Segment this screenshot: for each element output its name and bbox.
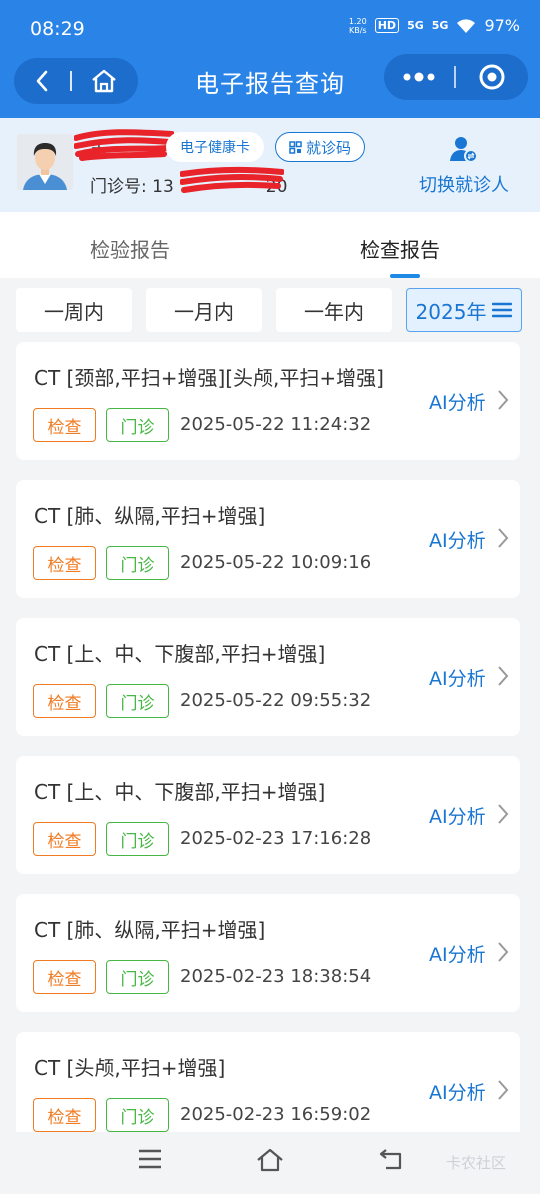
report-title: CT [颈部,平扫+增强][头颅,平扫+增强]	[34, 366, 384, 390]
nav-home-icon[interactable]	[256, 1148, 284, 1172]
tag-exam: 检查	[33, 1098, 96, 1132]
chevron-right-icon	[498, 528, 509, 548]
report-card[interactable]: CT [上、中、下腹部,平扫+增强] 检查 门诊 2025-02-23 17:1…	[16, 756, 520, 874]
tag-exam: 检查	[33, 546, 96, 580]
tag-exam: 检查	[33, 822, 96, 856]
clinic-redaction	[180, 166, 284, 193]
net-speed-value: 1.20	[348, 16, 367, 26]
more-button[interactable]	[384, 54, 454, 100]
tab-exam-report[interactable]: 检查报告	[360, 234, 440, 263]
chevron-right-icon	[498, 1080, 509, 1100]
menu-icon[interactable]	[138, 1148, 162, 1170]
chevron-right-icon	[498, 666, 509, 686]
menu-pill	[384, 54, 528, 100]
report-card[interactable]: CT [肺、纵隔,平扫+增强] 检查 门诊 2025-05-22 10:09:1…	[16, 480, 520, 598]
ai-analysis-link[interactable]: AI分析	[429, 526, 486, 553]
status-time: 08:29	[30, 18, 85, 40]
report-time: 2025-02-23 18:38:54	[180, 966, 372, 987]
tag-outpatient: 门诊	[106, 684, 169, 718]
signal-5g-1: 5G	[407, 19, 424, 32]
qr-icon	[289, 140, 302, 154]
more-icon	[403, 72, 435, 82]
report-title: CT [上、中、下腹部,平扫+增强]	[34, 642, 326, 666]
chevron-right-icon	[498, 942, 509, 962]
ai-analysis-link[interactable]: AI分析	[429, 802, 486, 829]
hd-badge: HD	[374, 18, 400, 33]
report-title: CT [头颅,平扫+增强]	[34, 1056, 226, 1080]
report-card[interactable]: CT [头颅,平扫+增强] 检查 门诊 2025-02-23 16:59:02 …	[16, 1032, 520, 1132]
health-card-button[interactable]: 电子健康卡	[166, 132, 264, 162]
report-time: 2025-05-22 11:24:32	[180, 414, 372, 435]
switch-patient-label: 切换就诊人	[419, 175, 509, 196]
menu-separator	[454, 66, 456, 88]
report-time: 2025-02-23 17:16:28	[180, 828, 372, 849]
ai-analysis-link[interactable]: AI分析	[429, 388, 486, 415]
report-title: CT [肺、纵隔,平扫+增强]	[34, 504, 266, 528]
report-time: 2025-02-23 16:59:02	[180, 1104, 372, 1125]
active-tab-indicator	[390, 274, 420, 278]
chevron-right-icon	[498, 390, 509, 410]
clinic-prefix: 门诊号: 13	[90, 177, 174, 197]
tab-lab-report[interactable]: 检验报告	[90, 234, 170, 263]
year-selector-label: 2025年	[415, 299, 487, 324]
tag-outpatient: 门诊	[106, 1098, 169, 1132]
tag-exam: 检查	[33, 960, 96, 994]
signal-5g-2: 5G	[431, 19, 449, 32]
filter-month[interactable]: 一月内	[146, 288, 262, 332]
tag-exam: 检查	[33, 684, 96, 718]
close-button[interactable]	[456, 54, 528, 100]
close-circle-icon	[479, 64, 505, 90]
avatar	[17, 134, 73, 190]
ai-analysis-link[interactable]: AI分析	[429, 1078, 486, 1105]
year-selector[interactable]: 2025年	[406, 288, 522, 332]
tag-outpatient: 门诊	[106, 960, 169, 994]
report-time: 2025-05-22 09:55:32	[180, 690, 372, 711]
tag-outpatient: 门诊	[106, 408, 169, 442]
net-speed: 1.20 KB/s	[349, 17, 367, 35]
net-speed-unit: KB/s	[349, 25, 367, 35]
tag-outpatient: 门诊	[106, 546, 169, 580]
switch-user-icon	[450, 137, 478, 163]
tag-exam: 检查	[33, 408, 96, 442]
top-header: 08:29 1.20 KB/s HD 5G 5G 97% 电子报告查询	[0, 0, 540, 118]
report-title: CT [上、中、下腹部,平扫+增强]	[34, 780, 326, 804]
report-card[interactable]: CT [颈部,平扫+增强][头颅,平扫+增强] 检查 门诊 2025-05-22…	[16, 342, 520, 460]
report-tabs: 检验报告 检查报告	[0, 212, 540, 278]
ai-analysis-link[interactable]: AI分析	[429, 940, 486, 967]
visit-code-label: 就诊码	[305, 138, 351, 157]
report-card[interactable]: CT [上、中、下腹部,平扫+增强] 检查 门诊 2025-05-22 09:5…	[16, 618, 520, 736]
ai-analysis-link[interactable]: AI分析	[429, 664, 486, 691]
filter-week[interactable]: 一周内	[16, 288, 132, 332]
status-right: 1.20 KB/s HD 5G 5G 97%	[349, 16, 520, 35]
watermark: 卡农社区	[446, 1154, 507, 1172]
report-title: CT [肺、纵隔,平扫+增强]	[34, 918, 266, 942]
filter-year[interactable]: 一年内	[276, 288, 392, 332]
visit-code-button[interactable]: 就诊码	[275, 132, 365, 162]
wifi-icon	[457, 18, 476, 33]
avatar-image	[17, 134, 73, 190]
status-bar: 08:29 1.20 KB/s HD 5G 5G 97%	[0, 0, 540, 56]
tag-outpatient: 门诊	[106, 822, 169, 856]
nav-back-icon[interactable]	[376, 1148, 404, 1172]
battery-level: 97%	[484, 16, 520, 35]
report-list: CT [颈部,平扫+增强][头颅,平扫+增强] 检查 门诊 2025-05-22…	[0, 340, 540, 1132]
name-redaction	[74, 129, 174, 161]
list-icon	[492, 302, 513, 318]
chevron-right-icon	[498, 804, 509, 824]
switch-patient-button[interactable]: 切换就诊人	[414, 135, 514, 197]
report-card[interactable]: CT [肺、纵隔,平扫+增强] 检查 门诊 2025-02-23 18:38:5…	[16, 894, 520, 1012]
report-time: 2025-05-22 10:09:16	[180, 552, 372, 573]
